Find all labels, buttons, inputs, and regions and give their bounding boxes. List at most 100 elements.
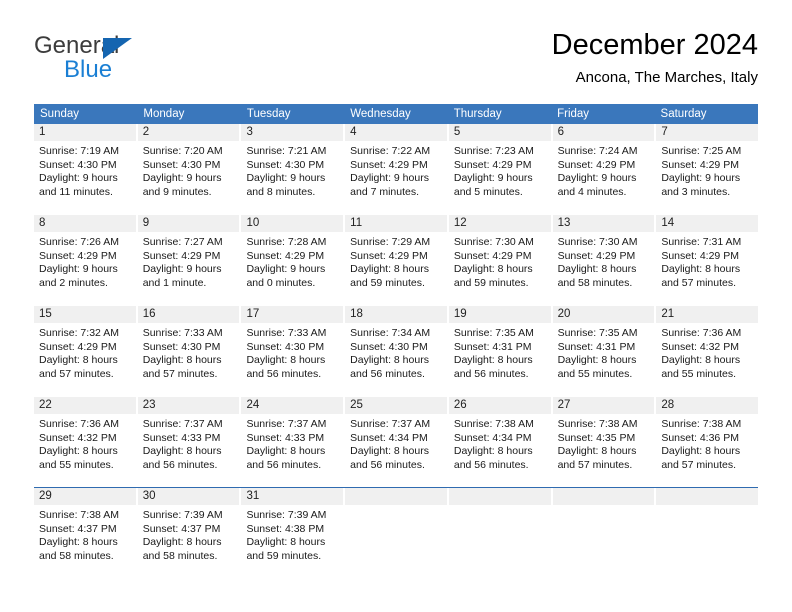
- day-cell[interactable]: 7 Sunrise: 7:25 AM Sunset: 4:29 PM Dayli…: [656, 124, 759, 214]
- sunrise-text: Sunrise: 7:24 AM: [557, 145, 638, 157]
- day-number: 18: [345, 306, 447, 323]
- day-details: Sunrise: 7:39 AM Sunset: 4:38 PM Dayligh…: [241, 505, 343, 563]
- day-number: 13: [552, 215, 655, 232]
- weekday-header-row: Sunday Monday Tuesday Wednesday Thursday…: [34, 104, 758, 124]
- day-details: Sunrise: 7:25 AM Sunset: 4:29 PM Dayligh…: [656, 141, 758, 199]
- day-details: Sunrise: 7:20 AM Sunset: 4:30 PM Dayligh…: [138, 141, 240, 199]
- day-cell-empty: [448, 488, 553, 574]
- day-cell[interactable]: 3 Sunrise: 7:21 AM Sunset: 4:30 PM Dayli…: [241, 124, 346, 214]
- weekday-wednesday: Wednesday: [350, 108, 411, 120]
- day-details: Sunrise: 7:36 AM Sunset: 4:32 PM Dayligh…: [34, 414, 136, 472]
- day-cell[interactable]: 16 Sunrise: 7:33 AM Sunset: 4:30 PM Dayl…: [137, 306, 242, 396]
- daylight-text-line1: Daylight: 8 hours: [453, 445, 533, 457]
- day-details: Sunrise: 7:21 AM Sunset: 4:30 PM Dayligh…: [241, 141, 343, 199]
- daylight-text-line1: Daylight: 8 hours: [142, 536, 222, 548]
- day-cell[interactable]: 20 Sunrise: 7:35 AM Sunset: 4:31 PM Dayl…: [552, 306, 657, 396]
- daylight-text-line1: Daylight: 8 hours: [661, 445, 741, 457]
- day-cell[interactable]: 13 Sunrise: 7:30 AM Sunset: 4:29 PM Dayl…: [552, 215, 657, 305]
- day-number: 4: [345, 124, 447, 141]
- sunrise-text: Sunrise: 7:28 AM: [246, 236, 327, 248]
- sunset-text: Sunset: 4:32 PM: [39, 431, 117, 444]
- day-details: Sunrise: 7:38 AM Sunset: 4:36 PM Dayligh…: [656, 414, 758, 472]
- daylight-text-line2: and 56 minutes.: [246, 367, 322, 380]
- sunrise-text: Sunrise: 7:33 AM: [142, 327, 223, 339]
- day-cell[interactable]: 21 Sunrise: 7:36 AM Sunset: 4:32 PM Dayl…: [656, 306, 759, 396]
- day-cell[interactable]: 22 Sunrise: 7:36 AM Sunset: 4:32 PM Dayl…: [34, 397, 138, 487]
- day-number: 16: [137, 306, 240, 323]
- day-details: Sunrise: 7:26 AM Sunset: 4:29 PM Dayligh…: [34, 232, 136, 290]
- day-details: Sunrise: 7:38 AM Sunset: 4:35 PM Dayligh…: [553, 414, 655, 472]
- day-cell[interactable]: 1 Sunrise: 7:19 AM Sunset: 4:30 PM Dayli…: [34, 124, 138, 214]
- day-cell[interactable]: 2 Sunrise: 7:20 AM Sunset: 4:30 PM Dayli…: [137, 124, 242, 214]
- day-cell[interactable]: 31 Sunrise: 7:39 AM Sunset: 4:38 PM Dayl…: [241, 488, 346, 574]
- daylight-text-line1: Daylight: 8 hours: [661, 263, 741, 275]
- sunset-text: Sunset: 4:30 PM: [246, 340, 325, 353]
- day-cell[interactable]: 18 Sunrise: 7:34 AM Sunset: 4:30 PM Dayl…: [345, 306, 449, 396]
- daylight-text-line2: and 1 minute.: [142, 276, 207, 289]
- day-cell[interactable]: 12 Sunrise: 7:30 AM Sunset: 4:29 PM Dayl…: [448, 215, 553, 305]
- day-number: 25: [345, 397, 447, 414]
- day-cell[interactable]: 10 Sunrise: 7:28 AM Sunset: 4:29 PM Dayl…: [241, 215, 346, 305]
- general-blue-logo: General Blue: [34, 28, 254, 88]
- day-details: Sunrise: 7:38 AM Sunset: 4:34 PM Dayligh…: [449, 414, 551, 472]
- day-cell[interactable]: 25 Sunrise: 7:37 AM Sunset: 4:34 PM Dayl…: [345, 397, 449, 487]
- sunrise-text: Sunrise: 7:37 AM: [350, 418, 431, 430]
- sunset-text: Sunset: 4:30 PM: [350, 340, 428, 353]
- day-cell[interactable]: 8 Sunrise: 7:26 AM Sunset: 4:29 PM Dayli…: [34, 215, 138, 305]
- day-cell[interactable]: 26 Sunrise: 7:38 AM Sunset: 4:34 PM Dayl…: [448, 397, 553, 487]
- daylight-text-line1: Daylight: 8 hours: [142, 445, 222, 457]
- sunrise-text: Sunrise: 7:30 AM: [557, 236, 638, 248]
- daylight-text-line2: and 59 minutes.: [350, 276, 425, 289]
- day-cell[interactable]: 5 Sunrise: 7:23 AM Sunset: 4:29 PM Dayli…: [448, 124, 553, 214]
- day-number: 26: [448, 397, 551, 414]
- sunset-text: Sunset: 4:29 PM: [557, 158, 636, 171]
- day-cell[interactable]: 17 Sunrise: 7:33 AM Sunset: 4:30 PM Dayl…: [241, 306, 346, 396]
- daylight-text-line2: and 59 minutes.: [453, 276, 529, 289]
- daylight-text-line1: Daylight: 9 hours: [661, 172, 741, 184]
- day-number: [345, 488, 447, 505]
- sunset-text: Sunset: 4:38 PM: [246, 522, 325, 535]
- daylight-text-line2: and 56 minutes.: [453, 367, 529, 380]
- day-details: Sunrise: 7:36 AM Sunset: 4:32 PM Dayligh…: [656, 323, 758, 381]
- daylight-text-line2: and 0 minutes.: [246, 276, 316, 289]
- sunset-text: Sunset: 4:29 PM: [350, 158, 428, 171]
- day-cell[interactable]: 6 Sunrise: 7:24 AM Sunset: 4:29 PM Dayli…: [552, 124, 657, 214]
- daylight-text-line1: Daylight: 8 hours: [661, 354, 741, 366]
- daylight-text-line1: Daylight: 9 hours: [246, 263, 326, 275]
- day-number: 24: [241, 397, 344, 414]
- daylight-text-line1: Daylight: 8 hours: [39, 536, 118, 548]
- week-row: 8 Sunrise: 7:26 AM Sunset: 4:29 PM Dayli…: [34, 214, 759, 305]
- day-cell[interactable]: 14 Sunrise: 7:31 AM Sunset: 4:29 PM Dayl…: [656, 215, 759, 305]
- day-details: Sunrise: 7:33 AM Sunset: 4:30 PM Dayligh…: [241, 323, 343, 381]
- day-cell[interactable]: 19 Sunrise: 7:35 AM Sunset: 4:31 PM Dayl…: [448, 306, 553, 396]
- day-cell[interactable]: 11 Sunrise: 7:29 AM Sunset: 4:29 PM Dayl…: [345, 215, 449, 305]
- daylight-text-line2: and 57 minutes.: [661, 458, 737, 471]
- day-cell[interactable]: 15 Sunrise: 7:32 AM Sunset: 4:29 PM Dayl…: [34, 306, 138, 396]
- weekday-sunday: Sunday: [40, 108, 80, 120]
- day-number: 22: [34, 397, 136, 414]
- day-cell[interactable]: 30 Sunrise: 7:39 AM Sunset: 4:37 PM Dayl…: [137, 488, 242, 574]
- sunset-text: Sunset: 4:33 PM: [246, 431, 325, 444]
- sunset-text: Sunset: 4:29 PM: [661, 158, 739, 171]
- location-subtitle: Ancona, The Marches, Italy: [575, 69, 758, 86]
- daylight-text-line1: Daylight: 8 hours: [557, 263, 637, 275]
- daylight-text-line1: Daylight: 9 hours: [39, 172, 118, 184]
- sunrise-text: Sunrise: 7:39 AM: [142, 509, 223, 521]
- day-cell[interactable]: 29 Sunrise: 7:38 AM Sunset: 4:37 PM Dayl…: [34, 488, 138, 574]
- sunset-text: Sunset: 4:37 PM: [142, 522, 221, 535]
- daylight-text-line2: and 58 minutes.: [557, 276, 633, 289]
- day-number: 27: [552, 397, 655, 414]
- sunrise-text: Sunrise: 7:36 AM: [661, 327, 742, 339]
- day-details: Sunrise: 7:39 AM Sunset: 4:37 PM Dayligh…: [138, 505, 240, 563]
- sunset-text: Sunset: 4:36 PM: [661, 431, 739, 444]
- day-number: 29: [34, 488, 136, 505]
- day-cell[interactable]: 28 Sunrise: 7:38 AM Sunset: 4:36 PM Dayl…: [656, 397, 759, 487]
- day-cell[interactable]: 9 Sunrise: 7:27 AM Sunset: 4:29 PM Dayli…: [137, 215, 242, 305]
- sunrise-text: Sunrise: 7:35 AM: [453, 327, 534, 339]
- daylight-text-line2: and 58 minutes.: [39, 549, 114, 562]
- day-cell[interactable]: 27 Sunrise: 7:38 AM Sunset: 4:35 PM Dayl…: [552, 397, 657, 487]
- day-cell[interactable]: 4 Sunrise: 7:22 AM Sunset: 4:29 PM Dayli…: [345, 124, 449, 214]
- day-cell[interactable]: 23 Sunrise: 7:37 AM Sunset: 4:33 PM Dayl…: [137, 397, 242, 487]
- day-cell[interactable]: 24 Sunrise: 7:37 AM Sunset: 4:33 PM Dayl…: [241, 397, 346, 487]
- sunset-text: Sunset: 4:29 PM: [39, 340, 117, 353]
